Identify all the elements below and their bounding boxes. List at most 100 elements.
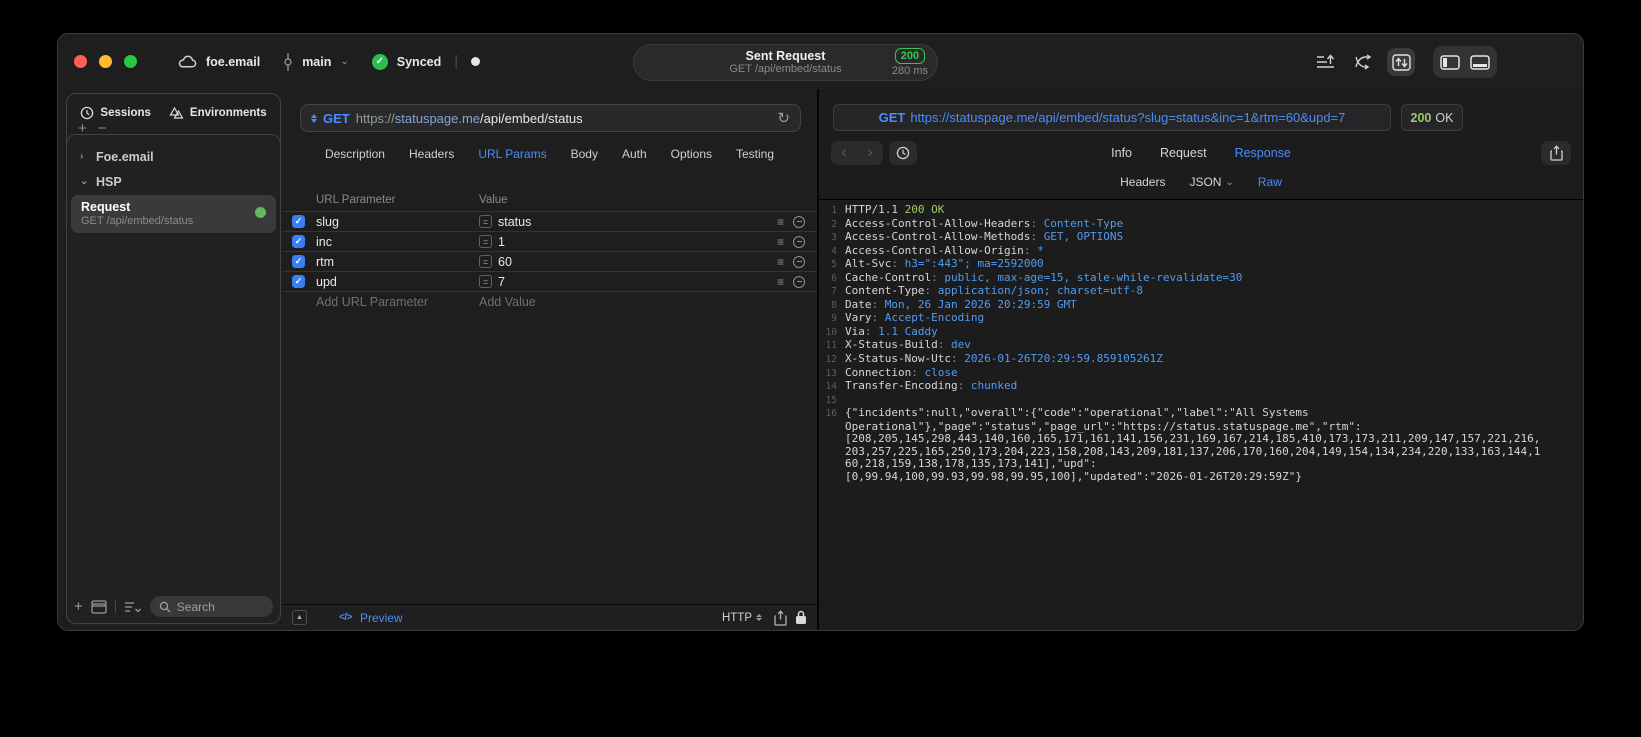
- code-segment: chunked: [970, 379, 1018, 393]
- param-value[interactable]: 1: [498, 235, 505, 249]
- line-number: [819, 471, 845, 484]
- tab-auth[interactable]: Auth: [622, 147, 647, 161]
- response-share-button[interactable]: [1541, 141, 1571, 165]
- tab-description[interactable]: Description: [325, 147, 385, 161]
- close-window-button[interactable]: [74, 55, 87, 68]
- param-row-actions: ≡: [769, 235, 817, 248]
- tab-sessions[interactable]: Sessions: [80, 106, 151, 120]
- response-line: 5 Alt-Svc: h3=":443"; ma=2592000: [819, 257, 1583, 272]
- bottom-panel-icon: [1470, 54, 1490, 70]
- remove-row-icon[interactable]: [793, 215, 805, 228]
- response-line: 7 Content-Type: application/json; charset…: [819, 285, 1583, 299]
- json-dropdown-label: JSON: [1189, 175, 1222, 189]
- project-name[interactable]: foe.email: [206, 55, 260, 69]
- chevron-down-icon: ⌄: [1225, 176, 1234, 188]
- session-indicator-dot: [471, 57, 481, 66]
- add-param-name-field[interactable]: Add URL Parameter: [316, 295, 479, 309]
- param-value[interactable]: status: [498, 215, 531, 229]
- zoom-window-button[interactable]: [124, 55, 137, 68]
- toggle-sidebar-button[interactable]: [1435, 48, 1465, 76]
- group-foe-email[interactable]: › Foe.email: [67, 144, 280, 169]
- request-url-bar[interactable]: GET https://statuspage.me/api/embed/stat…: [300, 104, 801, 132]
- line-content: HTTP/1.1 200 OK: [845, 203, 944, 218]
- tab-url-params[interactable]: URL Params: [478, 147, 546, 161]
- tab-environments-label: Environments: [189, 107, 267, 119]
- response-request-url[interactable]: GET https://statuspage.me/api/embed/stat…: [833, 104, 1391, 131]
- remove-row-icon[interactable]: [793, 255, 805, 268]
- response-nav-row: ‹ › Info Request Response: [819, 140, 1583, 166]
- response-line: [0,99.94,100,99.93,99.98,99.95,100],"upd…: [819, 470, 1583, 484]
- new-folder-button[interactable]: [91, 599, 107, 614]
- search-input[interactable]: Search: [149, 596, 273, 617]
- sort-options-button[interactable]: [124, 601, 142, 613]
- remove-row-icon[interactable]: [793, 275, 805, 288]
- tab-testing[interactable]: Testing: [736, 147, 774, 161]
- minimize-window-button[interactable]: [99, 55, 112, 68]
- http-format-selector[interactable]: HTTP: [722, 612, 762, 624]
- preview-button[interactable]: Preview: [360, 611, 403, 625]
- tab-headers[interactable]: Headers: [409, 147, 454, 161]
- param-value[interactable]: 7: [498, 275, 505, 289]
- sync-status[interactable]: Synced: [397, 55, 441, 69]
- add-param-value-field[interactable]: Add Value: [479, 295, 769, 309]
- response-subtab-headers[interactable]: Headers: [1120, 175, 1165, 189]
- param-checkbox[interactable]: ✓: [292, 255, 305, 268]
- param-row-actions: ≡: [769, 275, 817, 288]
- code-segment: :: [1023, 243, 1038, 257]
- line-content: Vary: Accept-Encoding: [845, 312, 984, 326]
- row-format-icon[interactable]: ≡: [777, 256, 784, 268]
- remove-request-button[interactable]: −: [98, 121, 107, 136]
- response-subtab-raw[interactable]: Raw: [1258, 175, 1282, 189]
- row-format-icon[interactable]: ≡: [777, 276, 784, 288]
- request-url[interactable]: https://statuspage.me/api/embed/status: [356, 111, 583, 126]
- sidebar-item-request[interactable]: Request GET /api/embed/status: [71, 195, 276, 233]
- tab-options[interactable]: Options: [671, 147, 712, 161]
- param-row-actions: ≡: [769, 255, 817, 268]
- code-segment: Connection: [845, 365, 912, 379]
- code-segment: :: [937, 338, 951, 352]
- add-request-button[interactable]: +: [78, 121, 87, 136]
- param-row-upd: ✓ upd = 7 ≡: [282, 271, 817, 291]
- new-item-button[interactable]: +: [74, 598, 83, 615]
- group-hsp-label: HSP: [96, 174, 122, 189]
- param-name[interactable]: slug: [316, 215, 479, 229]
- code-segment: Accept-Encoding: [884, 311, 985, 325]
- export-share-button[interactable]: [774, 609, 787, 626]
- row-format-icon[interactable]: ≡: [777, 216, 784, 228]
- tab-environments[interactable]: Environments: [169, 106, 267, 120]
- tab-body[interactable]: Body: [571, 147, 598, 161]
- code-segment: public, max-age=15, stale-while-revalida…: [944, 270, 1243, 284]
- param-value-cell: = status: [479, 215, 769, 229]
- param-checkbox[interactable]: ✓: [292, 235, 305, 248]
- param-name[interactable]: inc: [316, 235, 479, 249]
- param-name[interactable]: rtm: [316, 255, 479, 269]
- response-subtab-json-dropdown[interactable]: JSON ⌄: [1189, 175, 1233, 189]
- sent-request-pill[interactable]: Sent Request GET /api/embed/status 200 2…: [633, 44, 938, 81]
- param-checkbox[interactable]: ✓: [292, 215, 305, 228]
- code-segment: Date: [845, 297, 872, 311]
- line-content: Access-Control-Allow-Headers: Content-Ty…: [845, 217, 1123, 232]
- code-segment: {"incidents":null,"overall":{"code":"ope…: [845, 406, 1309, 420]
- response-tab-request[interactable]: Request: [1160, 146, 1207, 160]
- branch-selector[interactable]: main: [302, 55, 331, 69]
- remove-row-icon[interactable]: [793, 235, 805, 248]
- method-stepper-icon[interactable]: [311, 113, 317, 123]
- sync-branches-button[interactable]: [1349, 48, 1377, 76]
- code-segment: :: [950, 352, 965, 366]
- collapse-panel-button[interactable]: ▲: [292, 610, 307, 625]
- request-method[interactable]: GET: [323, 111, 350, 126]
- resend-request-icon[interactable]: ↻: [777, 109, 790, 127]
- param-name[interactable]: upd: [316, 275, 479, 289]
- toggle-bottom-panel-button[interactable]: [1465, 48, 1495, 76]
- response-tab-info[interactable]: Info: [1111, 146, 1132, 160]
- response-tab-response[interactable]: Response: [1235, 146, 1291, 160]
- lock-icon[interactable]: [795, 610, 807, 625]
- sync-panel-button[interactable]: [1387, 48, 1415, 76]
- titlebar: foe.email main ⌄ ✓ Synced | Sent Request…: [58, 34, 1583, 89]
- row-format-icon[interactable]: ≡: [777, 236, 784, 248]
- group-hsp[interactable]: ⌄ HSP: [67, 169, 280, 194]
- import-list-button[interactable]: [1311, 48, 1339, 76]
- param-value[interactable]: 60: [498, 255, 512, 269]
- param-checkbox[interactable]: ✓: [292, 275, 305, 288]
- code-segment: application/json; charset=utf-8: [937, 284, 1144, 298]
